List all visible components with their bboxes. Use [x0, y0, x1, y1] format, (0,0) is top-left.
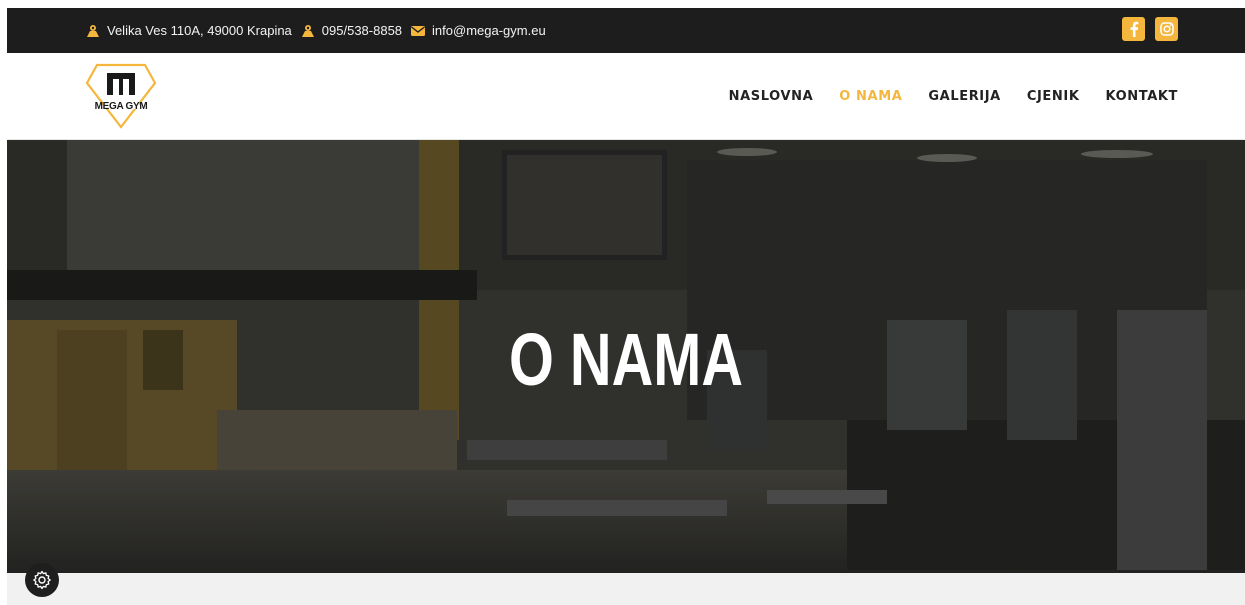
phone-item[interactable]: 095/538-8858	[300, 23, 402, 38]
email-text[interactable]: info@mega-gym.eu	[432, 23, 546, 38]
site-header: MEGA GYM NASLOVNA O NAMA GALERIJA CJENIK…	[7, 53, 1245, 140]
gear-icon	[33, 570, 51, 590]
social-links	[1112, 17, 1178, 41]
logo-diamond-icon	[85, 63, 157, 129]
address-item: Velika Ves 110A, 49000 Krapina	[85, 23, 292, 38]
top-bar: Velika Ves 110A, 49000 Krapina 095/538-8…	[7, 8, 1245, 53]
contact-info: Velika Ves 110A, 49000 Krapina 095/538-8…	[85, 8, 554, 53]
nav-item-o-nama[interactable]: O NAMA	[839, 89, 902, 104]
content-start	[7, 573, 1245, 605]
phone-icon	[301, 24, 314, 37]
page-title: O NAMA	[508, 318, 744, 401]
address-text: Velika Ves 110A, 49000 Krapina	[107, 23, 292, 38]
logo[interactable]: MEGA GYM	[85, 61, 157, 131]
phone-text[interactable]: 095/538-8858	[322, 23, 402, 38]
map-marker-icon	[87, 24, 99, 37]
logo-text: MEGA GYM	[94, 101, 148, 112]
email-item[interactable]: info@mega-gym.eu	[410, 23, 546, 38]
instagram-icon	[1159, 22, 1174, 36]
main-nav: NASLOVNA O NAMA GALERIJA CJENIK KONTAKT	[703, 53, 1178, 140]
nav-item-galerija[interactable]: GALERIJA	[928, 89, 1000, 104]
nav-item-cjenik[interactable]: CJENIK	[1027, 89, 1080, 104]
facebook-icon	[1130, 21, 1138, 37]
settings-button[interactable]	[25, 563, 59, 597]
nav-item-kontakt[interactable]: KONTAKT	[1106, 89, 1178, 104]
facebook-button[interactable]	[1122, 17, 1145, 41]
envelope-icon	[411, 25, 426, 36]
hero-banner: O NAMA	[7, 140, 1245, 573]
instagram-button[interactable]	[1155, 17, 1178, 41]
nav-item-naslovna[interactable]: NASLOVNA	[729, 89, 814, 104]
